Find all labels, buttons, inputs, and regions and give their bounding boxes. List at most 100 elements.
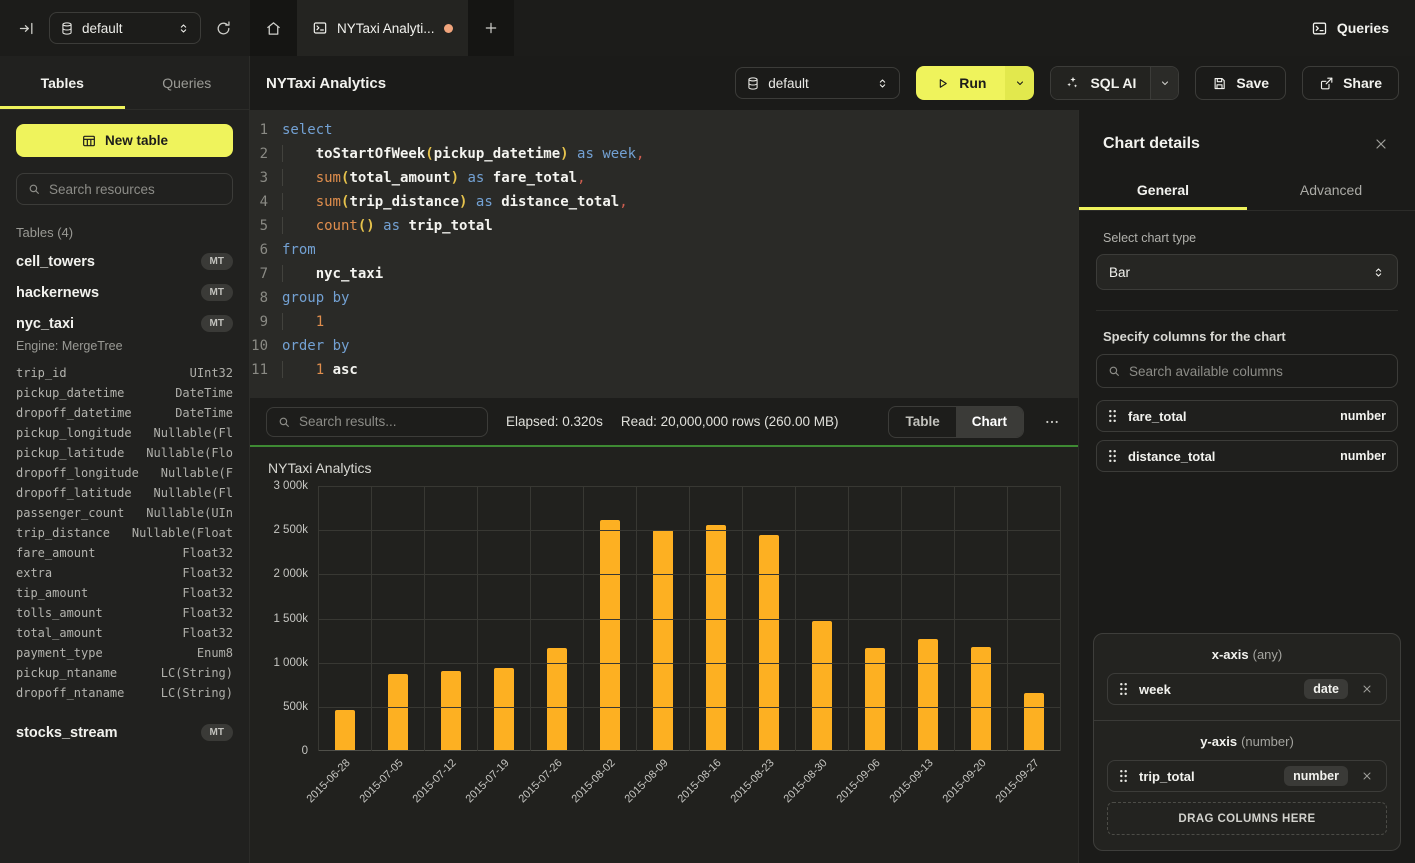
line-number: 5 xyxy=(250,214,282,238)
column-type: Enum8 xyxy=(197,643,233,663)
console-icon xyxy=(312,20,328,36)
line-number: 4 xyxy=(250,190,282,214)
drag-handle-icon xyxy=(1119,682,1128,696)
column-type: Float32 xyxy=(182,543,233,563)
column-name: dropoff_datetime xyxy=(16,403,132,423)
column-type: UInt32 xyxy=(190,363,233,383)
table-item[interactable]: hackernews MT xyxy=(0,277,249,308)
column-chip[interactable]: fare_totalnumber xyxy=(1096,400,1398,432)
new-tab-button[interactable] xyxy=(468,0,514,56)
code-line: 111 asc xyxy=(250,358,1078,382)
remove-column-button[interactable] xyxy=(1359,681,1375,697)
query-column: 1select2toStartOfWeek(pickup_datetime) a… xyxy=(250,110,1078,863)
engine-badge: MT xyxy=(201,253,233,270)
remove-column-button[interactable] xyxy=(1359,768,1375,784)
refresh-button[interactable] xyxy=(211,16,236,41)
table-view-button[interactable]: Table xyxy=(889,407,955,437)
gridline-vertical xyxy=(689,486,690,751)
chart-plot-area xyxy=(318,486,1060,751)
tab-general[interactable]: General xyxy=(1079,172,1247,210)
ellipsis-icon xyxy=(1044,414,1060,430)
query-toolbar: NYTaxi Analytics default Run xyxy=(250,56,1415,110)
code-line: 5count() as trip_total xyxy=(250,214,1078,238)
resources-search-input[interactable] xyxy=(49,182,222,197)
table-item[interactable]: nyc_taxiMT xyxy=(0,308,249,339)
results-bar: Elapsed: 0.320s Read: 20,000,000 rows (2… xyxy=(250,398,1078,445)
home-tab[interactable] xyxy=(250,0,297,56)
collapse-sidebar-button[interactable] xyxy=(14,16,39,41)
save-button[interactable]: Save xyxy=(1195,66,1286,100)
engine-badge: MT xyxy=(201,284,233,301)
column-name: tolls_amount xyxy=(16,603,103,623)
y-axis-hint: (number) xyxy=(1241,734,1294,749)
run-button[interactable]: Run xyxy=(916,66,1005,100)
table-column-row: tolls_amount Float32 xyxy=(16,603,233,623)
queries-button[interactable]: Queries xyxy=(1285,0,1415,56)
code-text: sum(total_amount) as fare_total, xyxy=(282,166,586,190)
engine-badge: MT xyxy=(201,724,233,741)
tab-advanced[interactable]: Advanced xyxy=(1247,172,1415,210)
query-database-selector[interactable]: default xyxy=(735,67,900,99)
new-table-button[interactable]: New table xyxy=(16,124,233,157)
column-chip[interactable]: trip_totalnumber xyxy=(1107,760,1387,792)
drag-columns-drop-zone[interactable]: DRAG COLUMNS HERE xyxy=(1107,802,1387,835)
more-options-button[interactable] xyxy=(1042,410,1062,434)
sql-ai-options-button[interactable] xyxy=(1150,67,1178,99)
column-type: Nullable(UIn xyxy=(146,503,233,523)
run-options-button[interactable] xyxy=(1005,66,1034,100)
table-item[interactable]: stocks_stream MT xyxy=(0,717,249,748)
x-axis-hint: (any) xyxy=(1253,647,1283,662)
table-column-row: dropoff_latitudeNullable(Fl xyxy=(16,483,233,503)
results-search-input[interactable] xyxy=(299,414,477,429)
column-name: pickup_longitude xyxy=(16,423,132,443)
queries-button-label: Queries xyxy=(1337,20,1389,36)
gridline-vertical xyxy=(742,486,743,751)
column-name: payment_type xyxy=(16,643,103,663)
y-axis-header: y-axis(number) xyxy=(1107,734,1387,749)
table-column-row: dropoff_ntanameLC(String) xyxy=(16,683,233,703)
table-column-row: fare_amountFloat32 xyxy=(16,543,233,563)
gridline-vertical xyxy=(954,486,955,751)
sidebar-tab-tables[interactable]: Tables xyxy=(0,56,125,109)
read-stat: Read: 20,000,000 rows (260.00 MB) xyxy=(621,414,839,429)
bar xyxy=(1024,693,1044,751)
topbar: default NYTaxi Analyti... Queries xyxy=(0,0,1415,56)
chart-view-button[interactable]: Chart xyxy=(956,407,1023,437)
x-tick-label: 2015-06-28 xyxy=(305,757,353,805)
code-line: 2toStartOfWeek(pickup_datetime) as week, xyxy=(250,142,1078,166)
code-text: count() as trip_total xyxy=(282,214,493,238)
bar xyxy=(494,668,514,751)
table-column-row: passenger_countNullable(UIn xyxy=(16,503,233,523)
tab-nytaxi-analytics[interactable]: NYTaxi Analyti... xyxy=(297,0,468,56)
chart-type-select[interactable]: Bar xyxy=(1096,254,1398,290)
line-number: 2 xyxy=(250,142,282,166)
code-line: 6from xyxy=(250,238,1078,262)
column-chip[interactable]: distance_totalnumber xyxy=(1096,440,1398,472)
panel-header: Chart details xyxy=(1079,110,1415,172)
table-item[interactable]: cell_towersMT xyxy=(0,246,249,277)
chart-details-panel: Chart details General Advanced Select ch… xyxy=(1078,110,1415,863)
chevron-updown-icon xyxy=(177,22,190,35)
sidebar-tab-queries[interactable]: Queries xyxy=(125,56,250,109)
gridline-vertical xyxy=(583,486,584,751)
line-number: 1 xyxy=(250,118,282,142)
table-name: stocks_stream xyxy=(16,725,118,741)
chart-x-axis: 2015-06-282015-07-052015-07-122015-07-19… xyxy=(318,751,1060,851)
sql-ai-button[interactable]: SQL AI xyxy=(1051,67,1150,99)
table-name: hackernews xyxy=(16,285,99,301)
gridline-vertical xyxy=(477,486,478,751)
column-name: extra xyxy=(16,563,52,583)
chevron-down-icon xyxy=(1159,77,1171,89)
code-text: order by xyxy=(282,334,349,358)
column-type: Float32 xyxy=(182,603,233,623)
columns-search-input[interactable] xyxy=(1129,364,1387,379)
database-icon xyxy=(60,21,74,36)
table-icon xyxy=(81,133,97,149)
share-button[interactable]: Share xyxy=(1302,66,1399,100)
database-selector[interactable]: default xyxy=(49,12,201,44)
database-icon xyxy=(746,76,760,91)
column-chip[interactable]: weekdate xyxy=(1107,673,1387,705)
sql-editor[interactable]: 1select2toStartOfWeek(pickup_datetime) a… xyxy=(250,110,1078,398)
close-chart-details-button[interactable] xyxy=(1371,134,1391,154)
columns-search xyxy=(1096,354,1398,388)
